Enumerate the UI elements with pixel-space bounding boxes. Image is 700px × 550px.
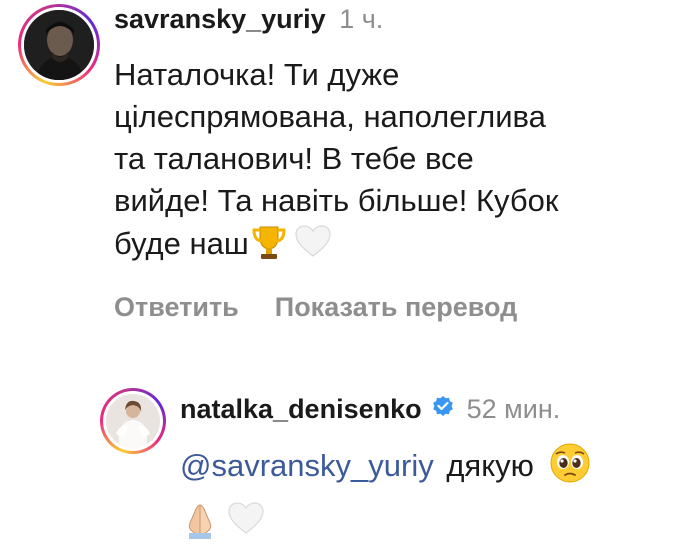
trophy-icon [249,222,289,273]
comment-actions: Ответить Показать перевод [114,292,553,323]
avatar-ring-natalka[interactable] [100,388,166,454]
reply-button[interactable]: Ответить [114,292,239,322]
comment-line: @savransky_yuriy дякую [180,442,700,495]
comment-time: 1 ч. [339,4,384,34]
comment-time: 52 мин. [466,394,561,424]
comment-line-text: дякую [446,448,534,483]
comment-line: Наталочка! Ти дуже [114,57,400,92]
comment-line: вийде! Та навіть більше! Кубок [114,183,559,218]
comment-savransky: savransky_yuriy 1 ч. Наталочка! Ти дуже … [0,0,700,340]
username-savransky[interactable]: savransky_yuriy [114,4,326,34]
comment-line: цілеспрямована, наполеглива [114,99,546,134]
comment-line-text: буде наш [114,226,249,261]
mention-link[interactable]: @savransky_yuriy [180,448,434,483]
comment-text-natalka: @savransky_yuriy дякую [180,442,700,550]
folded-hands-icon [180,499,220,550]
pleading-face-icon [549,442,591,495]
avatar-natalka [106,394,160,448]
show-translation-button[interactable]: Показать перевод [275,292,518,322]
white-heart-icon [226,499,266,550]
comment-header-savransky: savransky_yuriy 1 ч. [114,4,383,35]
comment-text-savransky: Наталочка! Ти дуже цілеспрямована, напол… [114,54,694,273]
avatar-savransky [24,10,94,80]
white-heart-icon [293,222,333,273]
comment-line: буде наш [114,222,694,273]
comment-natalka: natalka_denisenko 52 мин. @savransky_yur… [0,380,700,539]
comment-header-natalka: natalka_denisenko 52 мин. [180,394,560,426]
verified-badge-icon [431,395,455,426]
avatar-ring-savransky[interactable] [18,4,100,86]
comment-line [180,499,700,550]
comment-line: та таланович! В тебе все [114,141,474,176]
username-natalka[interactable]: natalka_denisenko [180,394,422,424]
